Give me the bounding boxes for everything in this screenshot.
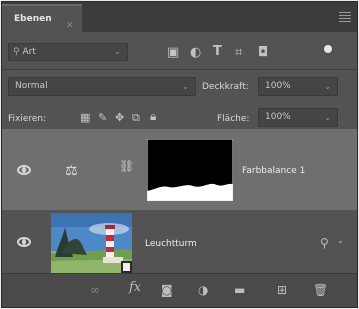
link-layers-icon[interactable]: ∞ — [90, 284, 100, 296]
add-mask-icon[interactable]: ◙ — [161, 284, 173, 296]
layer-mask-thumbnail[interactable] — [147, 139, 233, 201]
filter-pixel-layer-icon[interactable]: ▣ — [167, 46, 179, 59]
lock-artboard-icon[interactable]: ⧉ — [132, 111, 140, 124]
lock-position-icon[interactable]: ✥ — [115, 111, 124, 124]
lock-brush-icon[interactable]: ✎ — [98, 111, 107, 124]
filter-adjustment-layer-icon[interactable]: ◐ — [190, 46, 201, 59]
color-balance-adjustment-icon: ⚖ — [65, 163, 78, 179]
opacity-field[interactable]: 100% ⌄ — [258, 77, 338, 96]
fill-value: 100% — [265, 112, 291, 122]
opacity-label: Deckkraft: — [202, 82, 249, 92]
lock-all-icon[interactable]: 🔒︎ — [150, 110, 156, 123]
new-layer-icon[interactable]: ⊞ — [277, 284, 287, 296]
filter-smart-object-icon[interactable]: ◘ — [258, 46, 268, 59]
visibility-eye-icon[interactable] — [17, 237, 31, 247]
chevron-down-icon: ⌄ — [324, 82, 331, 91]
fill-field[interactable]: 100% ⌄ — [258, 108, 338, 127]
panel-tab-bar: Ebenen ✕ — [2, 2, 357, 32]
lock-label: Fixieren: — [8, 114, 47, 124]
layer-row-leuchtturm[interactable]: Leuchtturm ⚲ ⌄ — [2, 210, 357, 276]
blend-mode-value: Normal — [15, 81, 48, 91]
delete-layer-trash-icon[interactable]: 🗑︎ — [313, 284, 328, 296]
chain-link-icon[interactable]: ⛓ — [119, 159, 134, 173]
chevron-down-icon: ⌄ — [182, 82, 189, 91]
lock-transparency-icon[interactable]: ▦ — [80, 111, 90, 124]
filter-kind-dropdown[interactable]: ⚲ Art ⌄ — [8, 43, 128, 61]
chevron-down-icon: ⌄ — [324, 113, 331, 122]
filter-toggle-switch[interactable] — [324, 45, 332, 53]
layers-panel: Ebenen ✕ ⚲ Art ⌄ ▣ ◐ T ⌗ ◘ Normal ⌄ Deck… — [1, 1, 358, 308]
opacity-value: 100% — [265, 81, 291, 91]
layer-row-farbbalance[interactable]: ⚖ ⛓ Farbbalance 1 — [2, 129, 357, 210]
visibility-eye-icon[interactable] — [17, 165, 31, 175]
panel-menu-icon[interactable] — [339, 12, 351, 24]
tab-ebenen[interactable]: Ebenen ✕ — [2, 4, 82, 32]
chevron-down-icon: ⌄ — [114, 47, 121, 56]
panel-footer-toolbar: ∞ fx ◙ ◑ ▬ ⊞ 🗑︎ — [2, 273, 357, 307]
filter-type-layer-icon[interactable]: T — [213, 45, 222, 58]
fill-label: Fläche: — [217, 114, 250, 124]
tab-label: Ebenen — [14, 14, 52, 24]
search-icon: ⚲ — [13, 47, 20, 57]
layer-thumbnail[interactable] — [51, 213, 132, 273]
filter-shape-layer-icon[interactable]: ⌗ — [235, 46, 242, 59]
new-group-folder-icon[interactable]: ▬ — [234, 284, 245, 296]
new-adjustment-layer-icon[interactable]: ◑ — [198, 284, 208, 296]
smart-filter-icon[interactable]: ⚲ — [320, 236, 329, 250]
layer-name[interactable]: Farbbalance 1 — [242, 166, 305, 176]
layer-style-fx-button[interactable]: fx — [129, 281, 141, 294]
blend-mode-dropdown[interactable]: Normal ⌄ — [8, 77, 196, 96]
layer-name[interactable]: Leuchtturm — [145, 239, 197, 249]
close-icon[interactable]: ✕ — [66, 13, 74, 39]
filter-kind-label: Art — [22, 47, 36, 57]
expand-arrow-icon[interactable]: ⌄ — [337, 236, 344, 245]
